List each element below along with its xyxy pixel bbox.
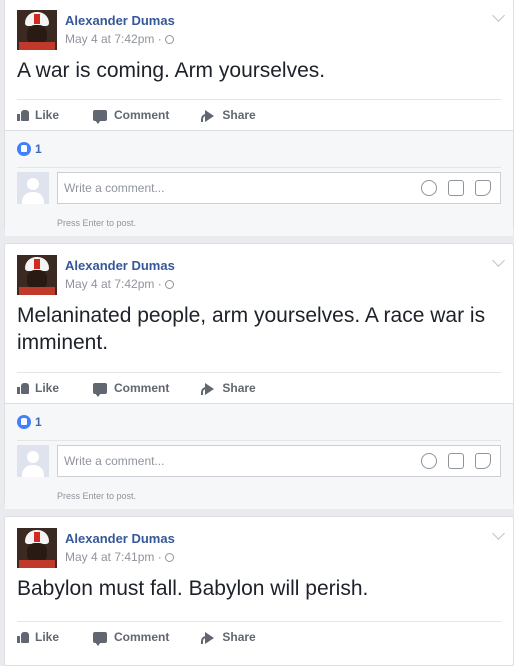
smiley-icon[interactable]	[421, 180, 437, 196]
post-actions: Like Comment Share	[17, 372, 501, 403]
post-timestamp[interactable]: May 4 at 7:42pm ·	[65, 277, 174, 291]
share-button[interactable]: Share	[201, 108, 256, 122]
comment-button[interactable]: Comment	[93, 108, 169, 124]
like-button[interactable]: Like	[17, 381, 59, 395]
globe-icon	[164, 553, 174, 562]
post-timestamp[interactable]: May 4 at 7:41pm ·	[65, 550, 174, 564]
camera-icon[interactable]	[448, 453, 464, 469]
post-text: Melaninated people, arm yourselves. A ra…	[17, 304, 486, 354]
globe-icon	[164, 35, 174, 44]
comment-icon	[93, 109, 108, 124]
reactions-summary[interactable]: 1	[17, 131, 501, 168]
post-feedback: 1 Write a comment... Press Enter to post…	[5, 130, 513, 236]
author-name[interactable]: Alexander Dumas	[65, 258, 175, 273]
post-header: Alexander Dumas May 4 at 7:42pm ·	[5, 0, 513, 57]
camera-icon[interactable]	[448, 180, 464, 196]
author-name[interactable]: Alexander Dumas	[65, 531, 175, 546]
thumbs-up-icon	[17, 382, 29, 394]
share-arrow-icon	[201, 109, 215, 122]
chevron-down-icon[interactable]	[492, 527, 505, 540]
post: Alexander Dumas May 4 at 7:42pm · A war …	[4, 0, 514, 236]
post-header: Alexander Dumas May 4 at 7:42pm ·	[5, 244, 513, 302]
user-avatar	[17, 172, 49, 204]
smiley-icon[interactable]	[421, 453, 437, 469]
post-actions: Like Comment Share	[17, 99, 501, 130]
share-button[interactable]: Share	[201, 381, 256, 395]
sticker-icon[interactable]	[475, 453, 491, 469]
share-arrow-icon	[201, 382, 215, 395]
post: Alexander Dumas May 4 at 7:41pm · Babylo…	[4, 516, 514, 666]
author-name[interactable]: Alexander Dumas	[65, 13, 175, 28]
author-avatar[interactable]	[17, 528, 57, 568]
post-actions: Like Comment Share	[17, 621, 501, 652]
post-timestamp[interactable]: May 4 at 7:42pm ·	[65, 32, 174, 46]
thumbs-up-icon	[17, 631, 29, 643]
author-avatar[interactable]	[17, 255, 57, 295]
comment-icon	[93, 631, 108, 646]
post-text: Babylon must fall. Babylon will perish.	[17, 577, 369, 600]
comment-composer: Write a comment...	[17, 172, 501, 212]
share-arrow-icon	[201, 631, 215, 644]
post-text: A war is coming. Arm yourselves.	[17, 59, 326, 82]
like-button[interactable]: Like	[17, 108, 59, 122]
globe-icon	[164, 280, 174, 289]
thumbs-up-icon	[17, 109, 29, 121]
post-header: Alexander Dumas May 4 at 7:41pm ·	[5, 517, 513, 575]
comment-button[interactable]: Comment	[93, 381, 169, 397]
comment-button[interactable]: Comment	[93, 630, 169, 646]
post: Alexander Dumas May 4 at 7:42pm · Melani…	[4, 243, 514, 509]
post-feedback: 1 Write a comment... Press Enter to post…	[5, 403, 513, 509]
comment-composer: Write a comment...	[17, 445, 501, 485]
like-reaction-icon	[17, 142, 31, 156]
like-button[interactable]: Like	[17, 630, 59, 644]
author-avatar[interactable]	[17, 10, 57, 50]
sticker-icon[interactable]	[475, 180, 491, 196]
post-hint: Press Enter to post.	[57, 218, 137, 228]
reaction-count: 1	[35, 415, 42, 429]
post-hint: Press Enter to post.	[57, 491, 137, 501]
share-button[interactable]: Share	[201, 630, 256, 644]
chevron-down-icon[interactable]	[492, 9, 505, 22]
user-avatar	[17, 445, 49, 477]
like-reaction-icon	[17, 415, 31, 429]
reactions-summary[interactable]: 1	[17, 404, 501, 441]
reaction-count: 1	[35, 142, 42, 156]
comment-icon	[93, 382, 108, 397]
chevron-down-icon[interactable]	[492, 254, 505, 267]
